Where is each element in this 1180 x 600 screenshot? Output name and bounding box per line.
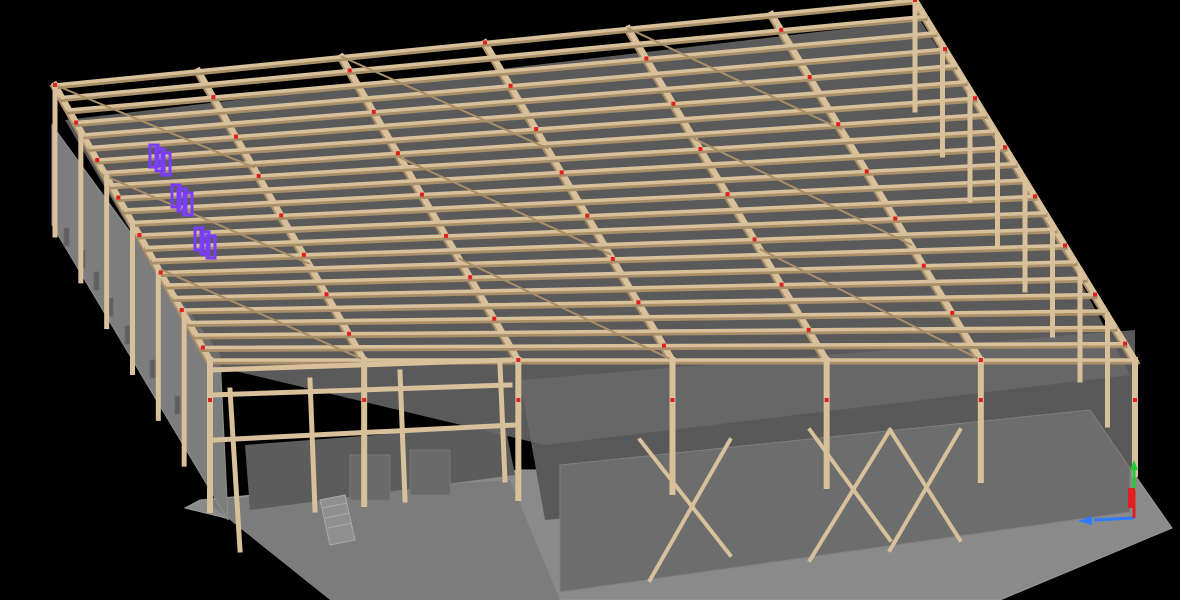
connection-marker [978, 398, 983, 402]
connection-marker [559, 170, 564, 175]
connection-marker [362, 398, 367, 402]
connection-marker [644, 56, 649, 61]
connection-marker [95, 158, 100, 162]
connection-marker [661, 343, 666, 348]
connection-marker [893, 216, 898, 221]
connection-marker [116, 195, 121, 200]
connection-marker [371, 109, 376, 114]
connection-marker [806, 327, 811, 332]
connection-marker [779, 282, 784, 287]
connection-marker [516, 358, 521, 362]
building-model-view[interactable] [0, 0, 1180, 600]
connection-marker [913, 0, 917, 2]
connection-marker [973, 96, 977, 101]
connection-marker [1063, 243, 1067, 248]
connection-marker [53, 83, 57, 87]
connection-marker [347, 331, 352, 336]
connection-marker [824, 398, 829, 402]
connection-marker [950, 310, 955, 315]
connection-marker [347, 68, 352, 73]
connection-marker [200, 345, 205, 350]
connection-marker [836, 122, 841, 127]
connection-marker [279, 213, 284, 218]
connection-marker [1093, 292, 1097, 297]
connection-marker [1003, 145, 1007, 150]
connection-marker [610, 256, 615, 261]
canopy-beam [227, 387, 243, 553]
connection-marker [508, 83, 513, 88]
connection-marker [534, 127, 539, 132]
connection-marker [211, 95, 216, 100]
connection-marker [395, 151, 400, 156]
3d-viewport[interactable] [0, 0, 1180, 600]
connection-marker [324, 292, 329, 297]
connection-marker [468, 275, 473, 280]
connection-marker [158, 270, 163, 275]
connection-marker [978, 358, 983, 362]
connection-marker [864, 169, 869, 174]
connection-marker [492, 316, 497, 321]
connection-marker [419, 192, 424, 197]
connection-marker [725, 192, 730, 197]
connection-marker [636, 300, 641, 305]
connection-marker [752, 237, 757, 242]
connection-marker [208, 398, 212, 402]
connection-marker [301, 252, 306, 257]
connection-marker [234, 134, 239, 139]
connection-marker [74, 120, 79, 125]
connection-marker [779, 27, 784, 32]
connection-marker [516, 398, 521, 402]
connection-marker [256, 173, 261, 178]
connection-marker [179, 308, 184, 312]
connection-marker [670, 398, 675, 402]
connection-marker [671, 101, 676, 106]
connection-marker [444, 233, 449, 238]
connection-marker [698, 146, 703, 151]
connection-marker [483, 40, 487, 45]
connection-marker [137, 233, 142, 237]
connection-marker [1133, 398, 1137, 402]
connection-marker [921, 263, 926, 268]
connection-marker [1033, 194, 1037, 199]
connection-marker [1123, 341, 1127, 346]
connection-marker [585, 213, 590, 218]
connection-marker [943, 47, 947, 52]
connection-marker [807, 75, 812, 80]
